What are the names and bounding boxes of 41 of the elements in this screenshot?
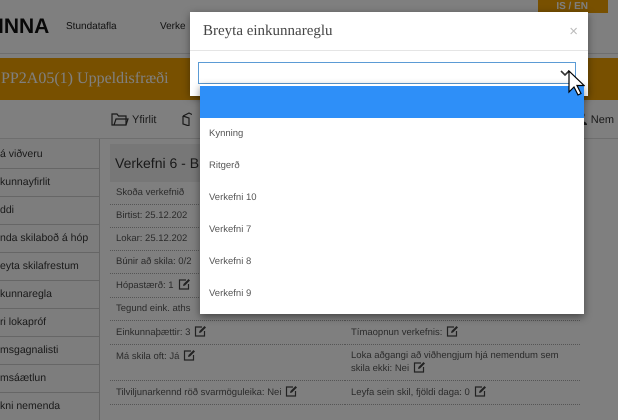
sidebar-item[interactable]: msgagnalisti [0,337,99,365]
sidebar-item[interactable]: msáætlun [0,365,99,393]
detail-text: Má skila oft: Já [116,351,196,362]
detail-text: Lokar: 25.12.202 [116,233,188,244]
dropdown-option[interactable]: Verkefni 8 [200,246,584,278]
dropdown-option[interactable]: Verkefni 10 [200,182,584,214]
dropdown-option[interactable]: Verkefni 9 [200,278,584,310]
detail-text: Leyfa sein skil, fjöldi daga: 0 [351,387,486,398]
folder-icon [111,112,129,126]
sidebar-item[interactable]: nda skilaboð á hóp [0,225,99,253]
sidebar-item[interactable]: ri lokapróf [0,309,99,337]
sidebar-item[interactable]: kni nemenda [0,393,99,420]
caret-icon [560,70,570,76]
edit-icon[interactable] [413,362,426,373]
detail-text: Loka aðgangi að viðhengjum hjá nemendum sem skila ekki: Nei [351,350,559,374]
box-icon[interactable] [182,112,192,126]
edit-icon[interactable] [285,386,298,397]
detail-text: Birtist: 25.12.202 [116,210,188,221]
sidebar-item[interactable]: ddi [0,197,99,225]
detail-text: Einkunnaþættir: 3 [116,327,206,338]
detail-text: Hópastærð: 1 [116,280,190,291]
dialog-title: Breyta einkunnareglu [203,22,333,40]
edit-icon[interactable] [446,326,458,337]
detail-text: Skoða verkefnið [116,187,184,198]
sidebar-item[interactable]: á viðveru [0,141,99,169]
nav-link[interactable]: Stundatafla [66,21,160,32]
course-title: PP2A05(1) Uppeldisfræði [1,70,169,88]
detail-text: Tímaopnun verkefnis: [351,327,458,338]
sidebar-item[interactable]: kunnayfirlit [0,169,99,197]
detail-text: Tilviljunarkennd röð svarmöguleika: Nei [116,387,298,398]
dropdown-option[interactable]: Verkefni 7 [200,214,584,246]
toolbar-button[interactable]: Yfirlit [111,112,182,126]
select-field[interactable] [198,62,576,84]
edit-icon[interactable] [183,350,196,361]
edit-icon[interactable] [474,386,486,397]
sidebar-item[interactable]: eyta skilafrestum [0,253,99,281]
detail-text: Búnir að skila: 0/2 [116,256,192,267]
edit-icon[interactable] [178,279,190,290]
edit-icon[interactable] [194,326,206,337]
detail-text: Tegund eink. aths [116,303,190,314]
sidebar-item[interactable]: kunnaregla [0,281,99,309]
